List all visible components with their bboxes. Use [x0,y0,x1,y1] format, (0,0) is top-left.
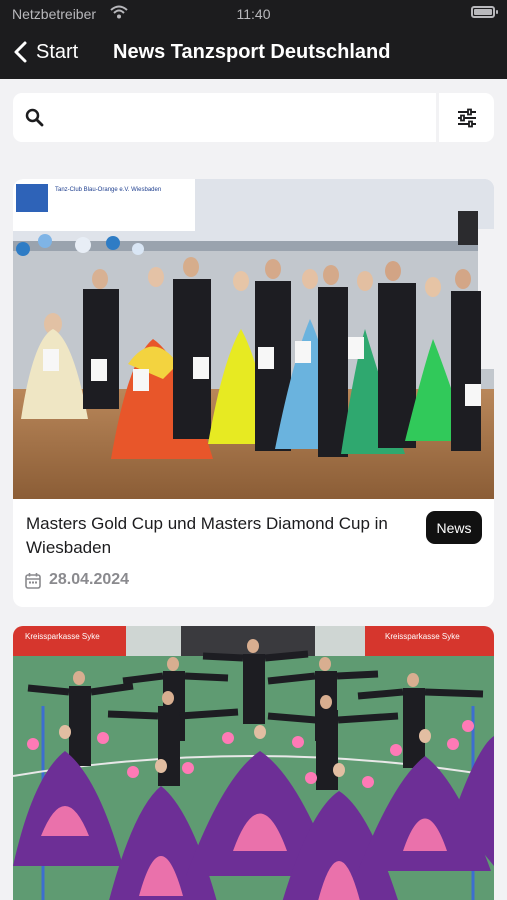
banner-left-text: Kreissparkasse Syke [25,632,100,641]
search-icon [25,108,44,127]
filter-button[interactable] [439,93,494,142]
news-card-image: Kreissparkasse Syke Kreissparkasse Syke [13,626,494,900]
nav-bar: Start News Tanzsport Deutschland [0,33,507,71]
news-card[interactable]: Kreissparkasse Syke Kreissparkasse Syke [13,626,494,900]
chevron-left-icon [14,41,27,63]
battery-icon [471,6,498,18]
search-input[interactable] [57,101,427,134]
news-date: 28.04.2024 [25,571,129,589]
back-button[interactable]: Start [12,33,78,71]
status-time: 11:40 [236,6,271,22]
calendar-icon [25,572,41,589]
back-label: Start [36,40,79,63]
navigation-header: Netzbetreiber 11:40 Start News Tanzsport… [0,0,507,79]
news-card[interactable]: Tanz-Club Blau-Orange e.V. Wiesbaden Mas… [13,179,494,607]
status-bar: Netzbetreiber 11:40 [0,0,507,28]
banner-text: Tanz-Club Blau-Orange e.V. Wiesbaden [55,187,161,193]
page-title: News Tanzsport Deutschland [113,41,391,63]
news-title: Masters Gold Cup und Masters Diamond Cup… [26,514,388,557]
sliders-icon [458,108,476,128]
news-card-image: Tanz-Club Blau-Orange e.V. Wiesbaden [13,179,494,499]
search-bar [13,93,436,142]
date-label: 28.04.2024 [49,571,130,588]
category-badge: News [426,511,482,544]
banner-right-text: Kreissparkasse Syke [385,632,460,641]
